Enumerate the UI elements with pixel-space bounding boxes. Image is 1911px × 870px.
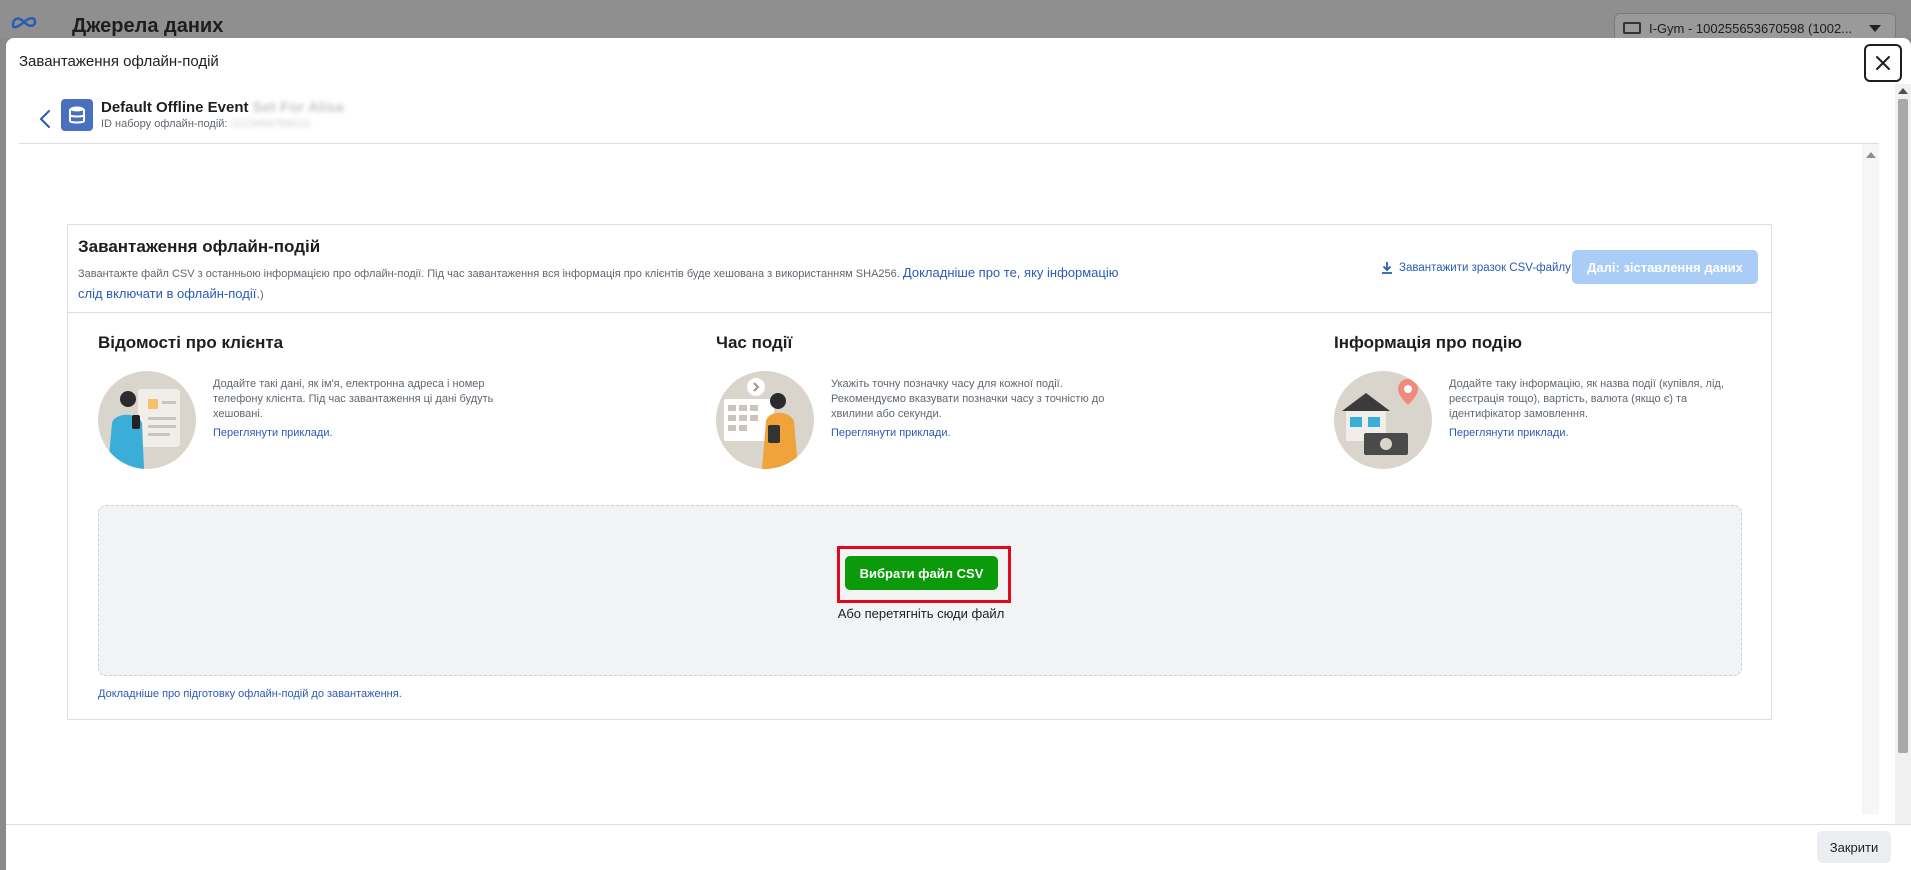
column-title: Інформація про подію	[1334, 333, 1523, 352]
modal-close-button[interactable]	[1864, 44, 1902, 82]
dataset-id-redacted: 1123456789012	[231, 118, 311, 130]
file-dropzone[interactable]: Вибрати файл CSV Або перетягніть сюди фа…	[98, 505, 1742, 676]
info-column-event-info: Інформація про подію Додайте таку інформ…	[1334, 333, 1764, 469]
column-title: Відомості про клієнта	[98, 333, 284, 352]
info-column-event-time: Час події Укажіть точну позначку часу дл…	[716, 333, 1146, 469]
close-button[interactable]: Закрити	[1817, 831, 1891, 863]
event-info-illustration	[1334, 371, 1432, 469]
download-sample-label: Завантажити зразок CSV-файлу	[1399, 261, 1571, 274]
database-icon	[69, 106, 85, 124]
info-column-customer: Відомості про клієнта Додайте такі дані,…	[98, 333, 528, 469]
dataset-name-text: Default Offline Event	[101, 99, 249, 116]
prep-learn-more-link[interactable]: Докладніше про підготовку офлайн-подій д…	[98, 688, 402, 700]
column-text: Додайте таку інформацію, як назва події …	[1449, 378, 1724, 420]
chevron-down-icon	[1869, 24, 1881, 32]
upload-modal: Завантаження офлайн-подій Default Offlin…	[6, 38, 1911, 870]
view-examples-link[interactable]: Переглянути приклади.	[831, 427, 951, 439]
back-button[interactable]	[34, 104, 56, 134]
download-sample-link[interactable]: Завантажити зразок CSV-файлу	[1381, 261, 1571, 274]
view-examples-link[interactable]: Переглянути приклади.	[1449, 427, 1569, 439]
outer-scrollbar[interactable]	[1895, 84, 1911, 860]
card-title: Завантаження офлайн-подій	[78, 237, 321, 256]
page-title: Джерела даних	[72, 15, 224, 37]
background-app-bar: Джерела даних I-Gym - 100255653670598 (1…	[0, 0, 1911, 43]
column-text: Додайте такі дані, як ім'я, електронна а…	[213, 378, 494, 420]
drop-hint: Або перетягніть сюди файл	[837, 606, 1005, 621]
customer-illustration	[98, 371, 196, 469]
dataset-id: ID набору офлайн-подій: 1123456789012	[101, 118, 310, 130]
column-text: Укажіть точну позначку часу для кожної п…	[831, 378, 1105, 420]
chevron-left-icon	[40, 110, 50, 128]
dataset-icon	[61, 99, 93, 131]
modal-footer: Закрити	[6, 824, 1911, 870]
content-scroll-area[interactable]: Завантаження офлайн-подій Завантажте фай…	[19, 144, 1879, 814]
card-divider	[68, 312, 1771, 313]
modal-title: Завантаження офлайн-подій	[19, 53, 219, 70]
dataset-name-redacted: Set For Alisa	[252, 99, 344, 116]
next-mapping-button[interactable]: Далі: зіставлення даних	[1572, 250, 1758, 284]
scroll-up-icon[interactable]	[1866, 152, 1876, 158]
card-description-tail: )	[259, 289, 264, 301]
scroll-up-icon[interactable]	[1898, 88, 1908, 94]
download-icon	[1382, 262, 1392, 274]
card-description-text: Завантажте файл CSV з останньою інформац…	[78, 268, 900, 280]
account-label: I-Gym - 100255653670598 (1002...	[1649, 20, 1853, 36]
close-icon	[1876, 56, 1890, 70]
dataset-id-label: ID набору офлайн-подій:	[101, 118, 228, 130]
upload-card: Завантаження офлайн-подій Завантажте фай…	[67, 224, 1772, 720]
choose-csv-button[interactable]: Вибрати файл CSV	[845, 556, 998, 590]
meta-logo-icon	[11, 17, 37, 29]
account-card-icon	[1623, 22, 1641, 34]
column-title: Час події	[716, 333, 793, 352]
dataset-name: Default Offline Event Set For Alisa	[101, 99, 344, 116]
card-description: Завантажте файл CSV з останньою інформац…	[78, 263, 1138, 305]
inner-scrollbar[interactable]	[1862, 144, 1879, 814]
event-time-illustration	[716, 371, 814, 469]
view-examples-link[interactable]: Переглянути приклади.	[213, 427, 333, 439]
scrollbar-thumb[interactable]	[1898, 99, 1908, 753]
